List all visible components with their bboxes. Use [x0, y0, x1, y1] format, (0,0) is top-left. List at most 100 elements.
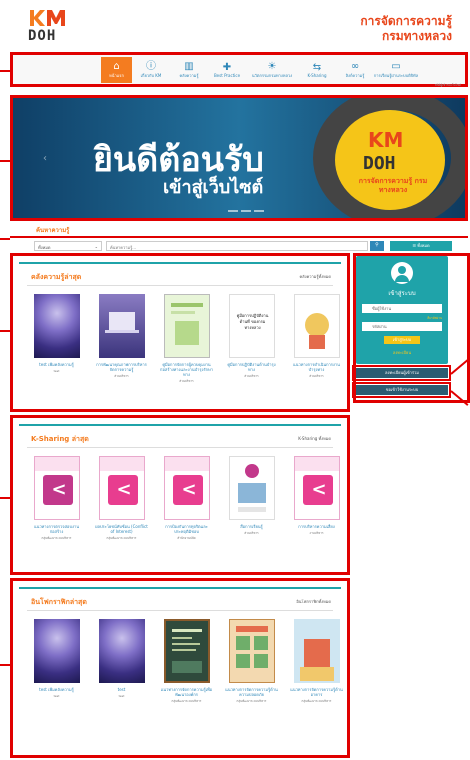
thumb-band	[99, 457, 144, 471]
infographic-card[interactable]: test เพิ่มคลังความรู้ test	[29, 619, 84, 703]
card-title[interactable]: test เพิ่มคลังความรู้	[29, 687, 84, 692]
nav-item-innovation[interactable]: ☀ นวัตกรรมกรมทางหลวง	[246, 57, 298, 83]
card-title[interactable]: แนวทางการตรวจสอบงานก่อสร้าง	[29, 524, 84, 534]
ksharing-card[interactable]: สื่อการเรียนรู้ ส่วนบริหาร	[224, 456, 279, 540]
password-field[interactable]: รหัสผ่าน	[362, 322, 442, 331]
ksharing-card[interactable]: แนวทางการตรวจสอบงานก่อสร้าง กลุ่มพัฒนาระ…	[29, 456, 84, 540]
section-more-link[interactable]: K-Sharing ทั้งหมด	[298, 435, 331, 442]
forgot-password-link[interactable]: ลืมรหัสผ่าน	[427, 316, 442, 321]
infographic-card[interactable]: แนวทางการจัดการความรู้ด้านความปลอดภัย กล…	[224, 619, 279, 703]
search-all-button[interactable]: ☰ ทั้งหมด	[390, 241, 452, 251]
annotation-line	[0, 70, 10, 72]
section-panel: คลังความรู้ล่าสุด คลังความรู้ทั้งหมด tes…	[19, 262, 341, 403]
main-nav: ⌂ หน้าแรก ⓘ เกี่ยวกับ KM ▥ คลังความรู้ ✚…	[10, 52, 468, 87]
banner-dot[interactable]	[241, 210, 251, 212]
card-author: test	[118, 694, 125, 698]
card-title[interactable]: คู่มือการจัดการผู้ควบคุมงานก่อสร้างทางแล…	[159, 362, 214, 377]
nav-item-ksharing[interactable]: ⇆ K-Sharing	[298, 57, 336, 83]
card-title[interactable]: ผลประโยชน์ทับซ้อน (Conflict of Interest)	[94, 524, 149, 534]
card-thumbnail[interactable]	[228, 456, 275, 520]
knowledge-card[interactable]: การพัฒนาคุณภาพการบริหารจัดการความรู้ ส่ว…	[94, 294, 149, 383]
annotation-line	[0, 664, 10, 666]
nav-item-about-km[interactable]: ⓘ เกี่ยวกับ KM	[132, 57, 170, 83]
nav-item-home[interactable]: ⌂ หน้าแรก	[101, 57, 132, 83]
nav-item-best-practice[interactable]: ✚ Best Practice	[208, 57, 246, 83]
nav-item-label: Best Practice	[213, 73, 241, 78]
share-icon	[302, 475, 333, 505]
ksharing-card[interactable]: การบริหารความเสี่ยง งานบริหาร	[289, 456, 344, 540]
card-title[interactable]: สื่อการเรียนรู้	[224, 524, 279, 529]
avatar-head	[398, 266, 406, 274]
info-icon: ⓘ	[146, 61, 156, 72]
banner-dot[interactable]	[254, 210, 264, 212]
infographic-card[interactable]: แนวทางการจัดการความรู้เพื่อพัฒนาองค์กร ก…	[159, 619, 214, 703]
ksharing-cards: แนวทางการตรวจสอบงานก่อสร้าง กลุ่มพัฒนาระ…	[29, 456, 344, 540]
card-title[interactable]: แนวทางการจัดการความรู้ด้านความปลอดภัย	[224, 687, 279, 697]
knowledge-card[interactable]: test เพิ่มคลังความรู้ test	[29, 294, 84, 383]
card-author: ส่วนบริหาร	[114, 374, 129, 378]
search-button[interactable]: ⚲	[370, 241, 384, 251]
login-panel: เข้าสู่ระบบ ชื่อผู้ใช้งาน ลืมรหัสผ่าน รห…	[356, 256, 448, 364]
banner-pagination[interactable]	[228, 210, 264, 212]
card-thumbnail[interactable]	[98, 619, 145, 683]
section-more-link[interactable]: อินโฟกราฟิกทั้งหมด	[296, 598, 331, 605]
nav-item-digital[interactable]: ▭ การเรียนรู้ผ่านระบบดิจิทัล	[374, 57, 418, 83]
ksharing-card[interactable]: ผลประโยชน์ทับซ้อน (Conflict of Interest)…	[94, 456, 149, 540]
card-thumbnail[interactable]	[33, 619, 80, 683]
section-divider	[27, 610, 333, 611]
card-title[interactable]: คู่มือการปฏิบัติงานด้านบำรุงทาง	[224, 362, 279, 372]
card-title[interactable]: test	[94, 687, 149, 692]
knowledge-card[interactable]: แนวทางการดำเนินการงานบำรุงทาง ส่วนบริหาร	[289, 294, 344, 383]
card-thumbnail[interactable]	[293, 619, 340, 683]
laptop-graphic-icon	[104, 312, 139, 333]
section-more-link[interactable]: คลังความรู้ทั้งหมด	[300, 273, 332, 280]
card-title[interactable]: การป้องกันการทุจริตและประพฤติมิชอบ	[159, 524, 214, 534]
infographic-card[interactable]: test test	[94, 619, 149, 703]
card-author: งานบริหาร	[309, 531, 324, 535]
knowledge-card[interactable]: คู่มือการจัดการผู้ควบคุมงานก่อสร้างทางแล…	[159, 294, 214, 383]
card-thumbnail[interactable]	[33, 456, 80, 520]
card-title[interactable]: แนวทางการดำเนินการงานบำรุงทาง	[289, 362, 344, 372]
banner-logo-doh: DOH	[363, 153, 396, 174]
card-thumbnail[interactable]	[163, 619, 210, 683]
nav-item-label: คลังความรู้	[179, 73, 199, 78]
card-author: กลุ่มพัฒนาระบบบริหาร	[41, 536, 72, 540]
ksharing-card[interactable]: การป้องกันการทุจริตและประพฤติมิชอบ สำนัก…	[159, 456, 214, 540]
card-thumbnail[interactable]	[228, 619, 275, 683]
banner-prev-icon[interactable]: ‹	[43, 153, 47, 164]
card-thumbnail[interactable]: คู่มือการปฏิบัติงาน ด้านที่ ของกรมทางหลว…	[228, 294, 275, 358]
card-thumbnail[interactable]	[163, 294, 210, 358]
section-title: อินโฟกราฟิกล่าสุด	[31, 598, 87, 606]
nav-item-knowledge[interactable]: ▥ คลังความรู้	[170, 57, 208, 83]
banner-dot[interactable]	[228, 210, 238, 212]
card-thumbnail[interactable]	[98, 456, 145, 520]
card-title[interactable]: แนวทางการจัดการความรู้ด้านอาคาร	[289, 687, 344, 697]
site-logo[interactable]: DOH	[28, 8, 68, 44]
card-title[interactable]: การพัฒนาคุณภาพการบริหารจัดการความรู้	[94, 362, 149, 372]
search-category-select[interactable]: ทั้งหมด ⌄	[34, 241, 102, 251]
username-field[interactable]: ชื่อผู้ใช้งาน	[362, 304, 442, 313]
annotation-line	[0, 330, 10, 332]
card-thumbnail[interactable]	[293, 456, 340, 520]
nav-item-links[interactable]: ∞ ลิงก์ความรู้	[336, 57, 374, 83]
search-title: ค้นหาความรู้	[36, 227, 70, 234]
card-title[interactable]: การบริหารความเสี่ยง	[289, 524, 344, 529]
login-button[interactable]: เข้าสู่ระบบ	[384, 336, 420, 344]
card-thumbnail[interactable]	[163, 456, 210, 520]
section-title: คลังความรู้ล่าสุด	[31, 273, 82, 281]
search-icon: ⚲	[375, 242, 379, 248]
search-input[interactable]: ค้นหาความรู้...	[106, 241, 368, 251]
card-title[interactable]: test เพิ่มคลังความรู้	[29, 362, 84, 367]
km-logo-icon	[30, 10, 65, 26]
card-thumbnail[interactable]	[98, 294, 145, 358]
highlight-box	[352, 365, 451, 381]
register-link[interactable]: ลงทะเบียน	[356, 349, 448, 356]
site-title-line1: การจัดการความรู้	[360, 14, 452, 28]
card-title[interactable]: แนวทางการจัดการความรู้เพื่อพัฒนาองค์กร	[159, 687, 214, 697]
card-thumbnail[interactable]	[33, 294, 80, 358]
chevron-down-icon: ⌄	[94, 244, 98, 249]
knowledge-card[interactable]: คู่มือการปฏิบัติงาน ด้านที่ ของกรมทางหลว…	[224, 294, 279, 383]
hero-banner[interactable]: ‹ ยินดีต้อนรับ เข้าสู่เว็บไซต์ KM DOH กา…	[10, 95, 468, 221]
infographic-card[interactable]: แนวทางการจัดการความรู้ด้านอาคาร กลุ่มพัฒ…	[289, 619, 344, 703]
card-thumbnail[interactable]	[293, 294, 340, 358]
